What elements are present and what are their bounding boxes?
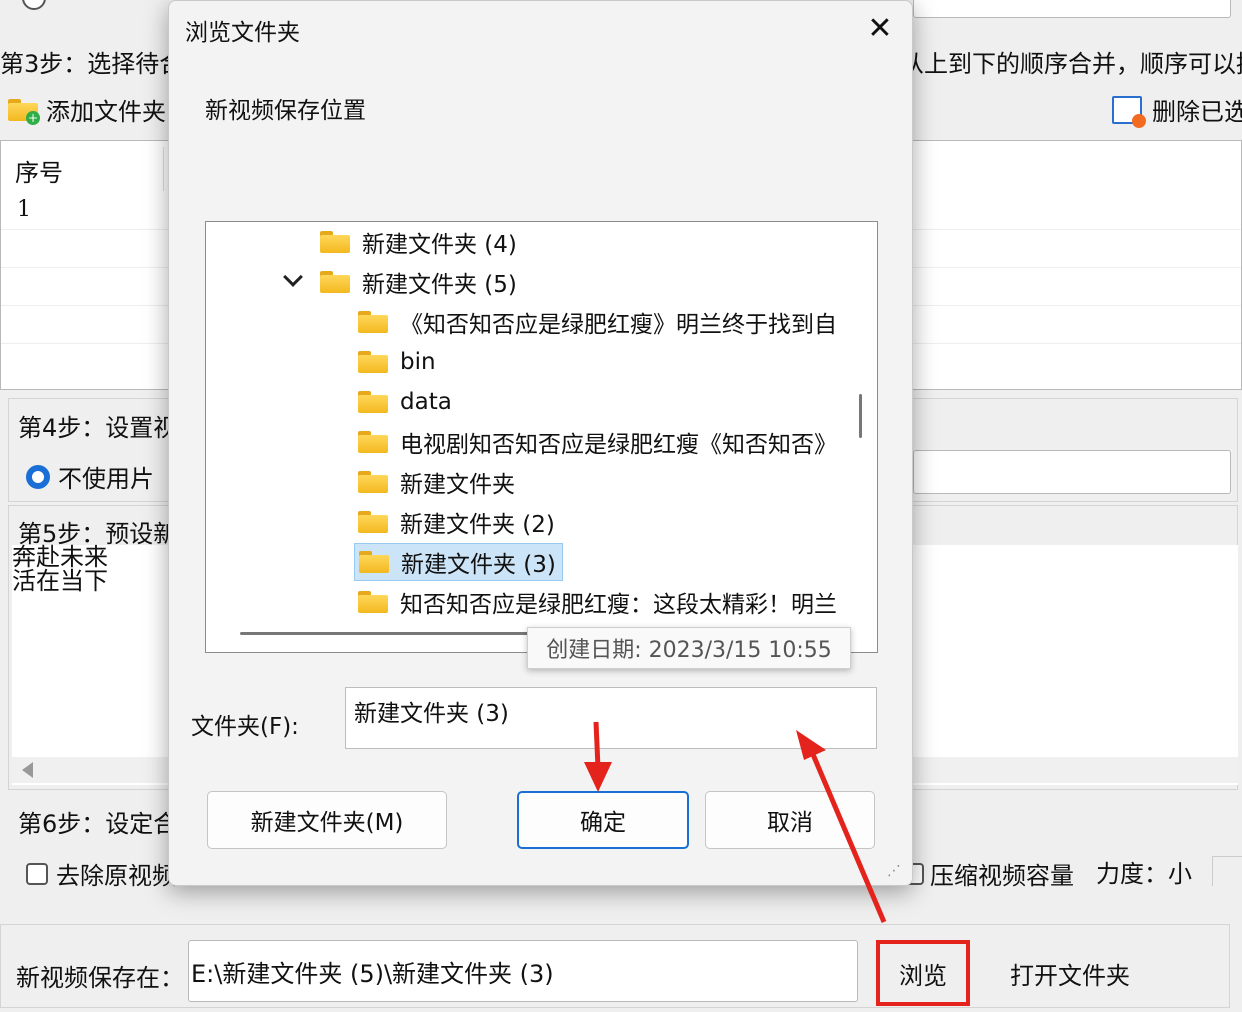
annotation-arrows bbox=[584, 721, 887, 923]
arrow-from-browse-to-folder-field bbox=[796, 730, 887, 923]
arrow-to-ok-button bbox=[584, 721, 612, 792]
